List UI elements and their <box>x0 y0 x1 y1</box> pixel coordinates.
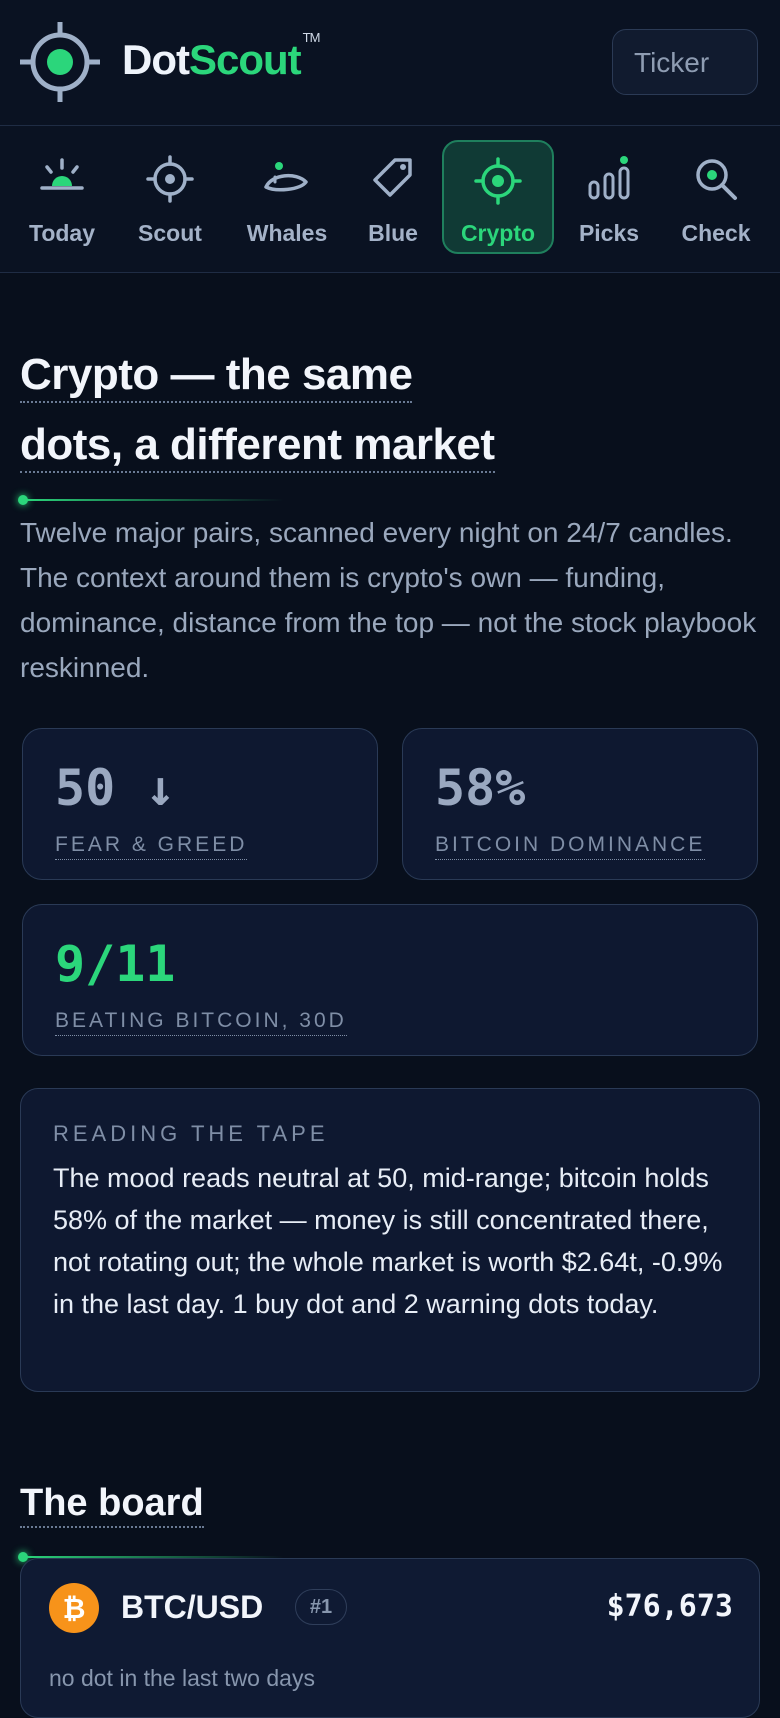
nav-label-whales: Whales <box>246 220 328 246</box>
reading-the-tape-card: READING THE TAPE The mood reads neutral … <box>20 1088 760 1392</box>
app-header: DotScout TM Ticker <box>0 0 780 126</box>
stat-fear-greed: 50 ↓ FEAR & GREED <box>22 728 378 880</box>
intro-text: Twelve major pairs, scanned every night … <box>20 517 757 683</box>
nav-item-check[interactable]: Check <box>668 140 764 254</box>
nav-label-blue: Blue <box>368 220 418 246</box>
crosshair-icon-active <box>474 157 522 205</box>
nav-item-crypto[interactable]: Crypto <box>442 140 554 254</box>
tag-icon <box>373 158 412 197</box>
brand-wordmark[interactable]: DotScout TM <box>122 30 320 84</box>
nav-label-crypto: Crypto <box>460 220 536 246</box>
dominance-label[interactable]: BITCOIN DOMINANCE <box>435 833 706 860</box>
svg-text:₿: ₿ <box>63 1592 86 1625</box>
nav-label-scout: Scout <box>138 220 202 246</box>
sunrise-icon <box>40 158 84 190</box>
crosshair-icon <box>146 155 194 203</box>
nav-item-scout[interactable]: Scout <box>124 140 216 254</box>
stat-beating-bitcoin: 9/11 BEATING BITCOIN, 30D <box>22 904 758 1056</box>
nav-item-blue[interactable]: Blue <box>354 140 432 254</box>
stat-bitcoin-dominance: 58% BITCOIN DOMINANCE <box>402 728 758 880</box>
nav-label-today: Today <box>28 220 96 246</box>
page-title: Crypto — the same dots, a different mark… <box>20 340 580 480</box>
magnifier-icon <box>696 159 737 200</box>
tape-title: READING THE TAPE <box>53 1121 329 1146</box>
trademark: TM <box>302 30 321 45</box>
board-title-text: The board <box>20 1482 204 1528</box>
ticker-search-input[interactable]: Ticker <box>612 29 758 95</box>
brand-part-dot: Dot <box>122 36 190 83</box>
fear-greed-label[interactable]: FEAR & GREED <box>55 833 248 860</box>
whale-icon <box>264 162 308 192</box>
pair-price: $76,673 <box>606 1589 733 1624</box>
bitcoin-icon: ₿ <box>49 1583 99 1633</box>
pair-name: BTC/USD <box>121 1589 264 1625</box>
title-accent-dot <box>18 495 28 505</box>
fear-greed-value: 50 ↓ <box>55 759 176 817</box>
nav-item-picks[interactable]: Picks <box>568 140 650 254</box>
bar-chart-icon <box>588 156 630 200</box>
board-row-btc[interactable]: ₿ BTC/USD #1 $76,673 no dot in the last … <box>20 1558 760 1718</box>
tape-body: The mood reads neutral at 50, mid-range;… <box>53 1163 723 1319</box>
page-title-line1: Crypto — the same <box>20 350 413 403</box>
page-title-line2: dots, a different market <box>20 420 495 473</box>
title-accent-line <box>22 499 284 501</box>
beating-bitcoin-value: 9/11 <box>55 935 176 993</box>
brand-part-scout: Scout <box>188 36 302 83</box>
nav-label-check: Check <box>681 220 751 246</box>
main-nav: Today Scout Whales Blue Crypto Picks Che… <box>0 126 780 273</box>
dominance-value: 58% <box>435 759 526 817</box>
beating-bitcoin-label[interactable]: BEATING BITCOIN, 30D <box>55 1009 347 1036</box>
nav-item-today[interactable]: Today <box>14 140 110 254</box>
rank-badge: #1 <box>295 1589 347 1625</box>
nav-label-picks: Picks <box>578 220 640 246</box>
target-crosshair-icon[interactable] <box>20 22 100 102</box>
nav-item-whales[interactable]: Whales <box>232 140 342 254</box>
board-title: The board <box>20 1482 204 1528</box>
